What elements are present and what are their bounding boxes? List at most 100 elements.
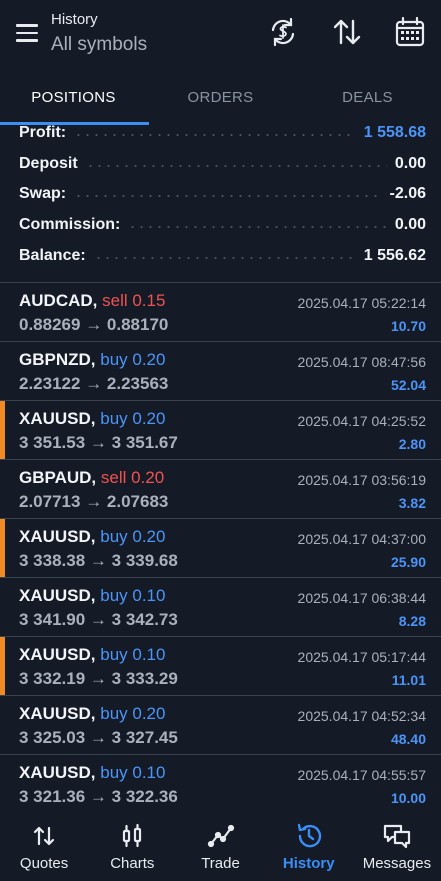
close-price: 3 351.67	[111, 433, 178, 452]
close-price: 2.07683	[106, 492, 169, 511]
summary-row-profit: Profit: 1 558.68	[0, 118, 441, 149]
bottom-navigation: Quotes Charts Trade History Messages	[0, 812, 441, 881]
arrow-icon: →	[85, 492, 103, 511]
deal-direction: buy 0.20	[100, 704, 166, 723]
positions-list: AUDCAD, sell 0.15 0.88269 → 0.88170 2025…	[0, 282, 441, 813]
deal-time: 2025.04.17 05:22:14	[297, 295, 426, 311]
trade-icon	[207, 822, 235, 850]
open-price: 3 325.03	[19, 728, 86, 747]
nav-label: Messages	[362, 855, 432, 872]
nav-messages[interactable]: Messages	[353, 812, 441, 881]
deal-symbol: XAUUSD,	[19, 409, 96, 428]
sort-icon[interactable]	[332, 16, 362, 48]
deal-symbol: XAUUSD,	[19, 763, 96, 782]
list-item[interactable]: AUDCAD, sell 0.15 0.88269 → 0.88170 2025…	[0, 282, 441, 341]
deal-time: 2025.04.17 04:52:34	[297, 708, 426, 724]
open-price: 0.88269	[19, 315, 81, 334]
deposit-value: 0.00	[394, 154, 426, 172]
close-price: 3 327.45	[111, 728, 178, 747]
dotted-leader	[128, 226, 387, 229]
dotted-leader	[85, 164, 387, 167]
deal-symbol: AUDCAD,	[19, 291, 98, 310]
history-icon	[295, 822, 323, 850]
arrow-icon: →	[89, 433, 107, 452]
swap-label: Swap:	[19, 185, 67, 203]
calendar-icon[interactable]	[395, 16, 425, 48]
balance-label: Balance:	[19, 246, 86, 264]
top-app-bar: History All symbols	[0, 0, 441, 68]
close-price: 3 333.29	[111, 669, 178, 688]
open-price: 3 321.36	[19, 787, 86, 806]
deal-profit: 10.70	[390, 318, 426, 334]
profit-label: Profit:	[19, 124, 67, 142]
currency-sync-icon[interactable]	[268, 16, 298, 48]
list-item[interactable]: XAUUSD, buy 0.10 3 321.36 → 3 322.36 202…	[0, 754, 441, 813]
arrow-icon: →	[89, 787, 107, 806]
nav-history[interactable]: History	[265, 812, 353, 881]
deal-symbol: XAUUSD,	[19, 704, 96, 723]
deal-profit: 3.82	[398, 495, 426, 511]
summary-row-deposit: Deposit 0.00	[0, 149, 441, 180]
arrow-icon: →	[85, 315, 103, 334]
close-price: 2.23563	[106, 374, 169, 393]
deal-symbol: GBPNZD,	[19, 350, 96, 369]
list-item[interactable]: XAUUSD, buy 0.20 3 338.38 → 3 339.68 202…	[0, 518, 441, 577]
position-marker	[0, 637, 5, 695]
nav-quotes[interactable]: Quotes	[0, 812, 88, 881]
nav-label: Charts	[110, 855, 155, 872]
deal-direction: buy 0.10	[100, 763, 166, 782]
list-item[interactable]: GBPNZD, buy 0.20 2.23122 → 2.23563 2025.…	[0, 341, 441, 400]
nav-charts[interactable]: Charts	[88, 812, 176, 881]
dotted-leader	[74, 195, 382, 198]
deal-time: 2025.04.17 04:37:00	[297, 531, 426, 547]
close-price: 3 342.73	[111, 610, 178, 629]
deposit-label: Deposit	[19, 154, 78, 172]
deal-profit: 48.40	[390, 731, 426, 747]
deal-profit: 52.04	[390, 377, 426, 393]
account-summary: Profit: 1 558.68 Deposit 0.00 Swap: -2.0…	[0, 118, 441, 271]
list-item[interactable]: GBPAUD, sell 0.20 2.07713 → 2.07683 2025…	[0, 459, 441, 518]
nav-trade[interactable]: Trade	[176, 812, 264, 881]
list-item[interactable]: XAUUSD, buy 0.20 3 351.53 → 3 351.67 202…	[0, 400, 441, 459]
page-title: History	[51, 11, 98, 28]
deal-profit: 2.80	[398, 436, 426, 452]
open-price: 2.07713	[19, 492, 81, 511]
hamburger-menu-icon[interactable]	[16, 24, 38, 42]
list-item[interactable]: XAUUSD, buy 0.20 3 325.03 → 3 327.45 202…	[0, 695, 441, 754]
deal-time: 2025.04.17 08:47:56	[297, 354, 426, 370]
position-marker	[0, 519, 5, 577]
deal-profit: 11.01	[391, 672, 426, 688]
open-price: 2.23122	[19, 374, 81, 393]
deal-profit: 8.28	[398, 613, 426, 629]
nav-label: Quotes	[19, 855, 69, 872]
position-marker	[0, 401, 5, 459]
deal-time: 2025.04.17 04:25:52	[297, 413, 426, 429]
deal-profit: 25.90	[390, 554, 426, 570]
deal-direction: buy 0.20	[100, 527, 166, 546]
deal-direction: buy 0.20	[100, 409, 166, 428]
commission-label: Commission:	[19, 216, 121, 234]
open-price: 3 351.53	[19, 433, 86, 452]
deal-direction: buy 0.10	[100, 586, 166, 605]
nav-label: Trade	[201, 855, 240, 872]
deal-symbol: XAUUSD,	[19, 527, 96, 546]
close-price: 3 322.36	[111, 787, 178, 806]
profit-value: 1 558.68	[363, 124, 426, 142]
close-price: 0.88170	[106, 315, 169, 334]
nav-label: History	[282, 855, 335, 872]
deal-direction: buy 0.20	[100, 350, 166, 369]
dotted-leader	[93, 256, 356, 259]
list-item[interactable]: XAUUSD, buy 0.10 3 332.19 → 3 333.29 202…	[0, 636, 441, 695]
symbol-filter[interactable]: All symbols	[51, 34, 147, 56]
list-item[interactable]: XAUUSD, buy 0.10 3 341.90 → 3 342.73 202…	[0, 577, 441, 636]
arrow-icon: →	[89, 551, 107, 570]
arrow-icon: →	[89, 728, 107, 747]
deal-direction: sell 0.15	[102, 291, 166, 310]
deal-time: 2025.04.17 05:17:44	[297, 649, 426, 665]
arrow-icon: →	[85, 374, 103, 393]
balance-value: 1 556.62	[363, 246, 426, 264]
deal-profit: 10.00	[390, 790, 426, 806]
open-price: 3 341.90	[19, 610, 86, 629]
deal-time: 2025.04.17 03:56:19	[297, 472, 426, 488]
swap-value: -2.06	[389, 185, 426, 203]
